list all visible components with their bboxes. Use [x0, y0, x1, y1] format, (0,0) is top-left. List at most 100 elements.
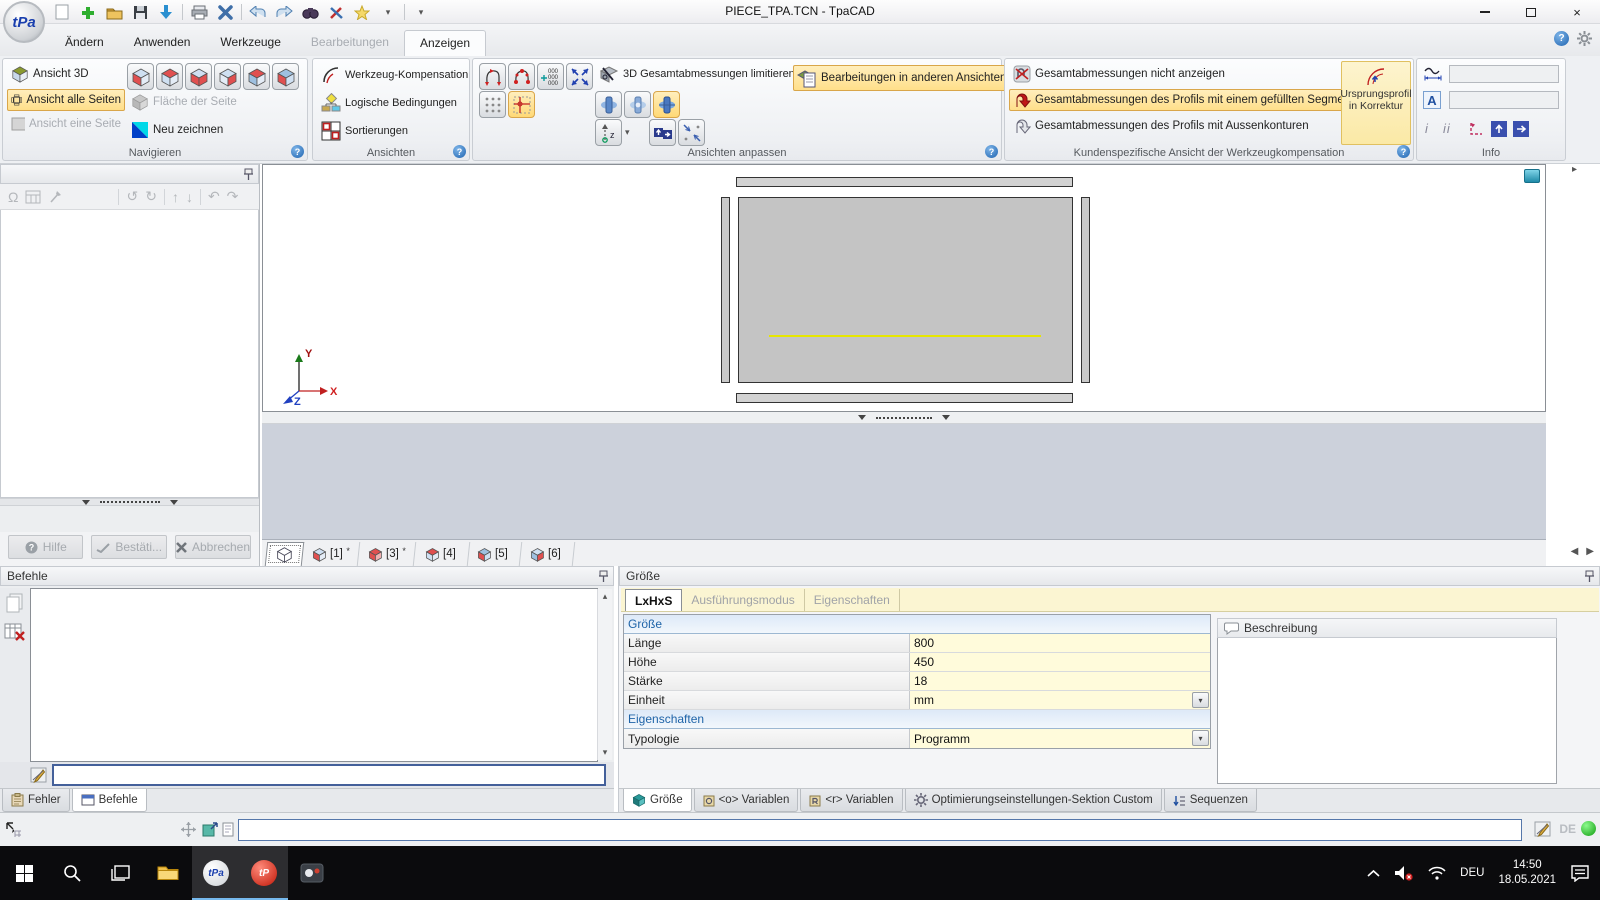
section-xy-button[interactable] [595, 91, 622, 118]
dim-gefuelltes-segment-button[interactable]: Gesamtabmessungen des Profils mit einem … [1009, 89, 1357, 111]
ansicht-3d-button[interactable]: Ansicht 3D [7, 63, 125, 85]
machining-profile-line[interactable] [769, 335, 1041, 337]
command-input[interactable] [52, 764, 606, 786]
group-help-icon[interactable]: ? [1397, 145, 1410, 158]
einheit-dropdown[interactable]: ▾ [1192, 692, 1209, 708]
view-tab-6[interactable]: [6] [520, 542, 575, 566]
taskbar-clock[interactable]: 14:50 18.05.2021 [1498, 858, 1556, 888]
view-tab-4[interactable]: [4] [414, 542, 469, 566]
logische-bedingungen-button[interactable]: Logische Bedingungen [317, 91, 461, 115]
tpacad-taskbar-button[interactable]: tPa [192, 846, 240, 900]
tab-r-variablen[interactable]: <r> Variablen [800, 789, 902, 812]
settings-gear-icon[interactable] [1577, 31, 1592, 46]
page-left-icon[interactable]: ◀ [1571, 546, 1579, 557]
dim-aussenkonturen-button[interactable]: Gesamtabmessungen des Profils mit Aussen… [1009, 115, 1313, 137]
undo-button[interactable] [248, 2, 268, 22]
z-direction-button[interactable]: z [595, 119, 622, 146]
arrow-up-box-icon[interactable] [1491, 121, 1507, 137]
neu-zeichnen-button[interactable]: Neu zeichnen [127, 119, 227, 141]
status-input[interactable] [238, 819, 1522, 841]
profile-points-button[interactable] [508, 63, 535, 90]
table-grid-icon[interactable] [25, 190, 41, 204]
tab-lxhxs[interactable]: LxHxS [625, 589, 682, 611]
add-button[interactable] [78, 2, 98, 22]
tab-optimierung[interactable]: Optimierungseinstellungen-Sektion Custom [905, 789, 1162, 812]
view-tab-1[interactable]: [1]* [302, 542, 361, 566]
hoehe-value[interactable]: 450 [910, 653, 1210, 671]
limit-3d-button[interactable]: 3D Gesamtabmessungen limitieren [595, 63, 799, 85]
maximize-button[interactable] [1508, 0, 1554, 24]
minimize-button[interactable] [1462, 0, 1508, 24]
face-view-4-button[interactable] [214, 63, 241, 90]
tab-aendern[interactable]: Ändern [50, 30, 119, 56]
z-direction-dropdown[interactable]: ▾ [625, 127, 630, 138]
tab-o-variablen[interactable]: <o> Variablen [694, 789, 799, 812]
delete-button[interactable] [215, 2, 235, 22]
keyboard-language[interactable]: DEU [1460, 867, 1484, 879]
measure-info-field[interactable] [1449, 65, 1559, 83]
scroll-down-icon[interactable]: ▾ [603, 747, 608, 758]
einheit-value[interactable]: mm [910, 691, 1210, 709]
arrow-right-box-icon[interactable] [1513, 121, 1529, 137]
tool-multi-icon[interactable]: ii [1443, 121, 1451, 136]
volume-muted-icon[interactable] [1394, 865, 1414, 881]
tab-befehle[interactable]: Befehle [72, 789, 147, 812]
section-yz-button[interactable] [653, 91, 680, 118]
page-right-icon[interactable]: ▶ [1586, 546, 1594, 557]
workpiece-face[interactable] [738, 197, 1073, 383]
face-view-2-button[interactable] [156, 63, 183, 90]
section-xz-button[interactable] [624, 91, 651, 118]
tab-eigenschaften[interactable]: Eigenschaften [805, 589, 900, 611]
converge-button[interactable] [678, 119, 705, 146]
pin-icon[interactable] [244, 168, 253, 181]
workpiece-left-rail[interactable] [721, 197, 730, 383]
start-button[interactable] [0, 846, 48, 900]
scroll-up-icon[interactable]: ▴ [603, 591, 608, 602]
grid-points-button[interactable] [479, 91, 506, 118]
tab-anwenden[interactable]: Anwenden [119, 30, 206, 56]
tools-button[interactable] [326, 2, 346, 22]
tray-chevron-icon[interactable] [1367, 869, 1380, 878]
tab-groesse[interactable]: Größe [623, 789, 692, 812]
face-view-5-button[interactable] [243, 63, 270, 90]
laenge-value[interactable]: 800 [910, 634, 1210, 652]
delete-table-icon[interactable] [4, 622, 26, 642]
taskbar-search-button[interactable] [48, 846, 96, 900]
save-button[interactable] [130, 2, 150, 22]
dim-nicht-anzeigen-button[interactable]: Gesamtabmessungen nicht anzeigen [1009, 63, 1229, 85]
befehle-list[interactable] [30, 588, 598, 762]
swap-view-button[interactable] [649, 119, 676, 146]
omega-icon[interactable]: Ω [8, 189, 18, 205]
beschreibung-body[interactable] [1217, 638, 1557, 784]
open-folder-button[interactable] [104, 2, 124, 22]
group-help-icon[interactable]: ? [453, 145, 466, 158]
task-view-button[interactable] [96, 846, 144, 900]
view-tab-3[interactable]: [3]* [358, 542, 417, 566]
edit-pencil-icon[interactable] [1534, 821, 1552, 838]
text-info-field[interactable] [1449, 91, 1559, 109]
close-button[interactable]: × [1554, 0, 1600, 24]
ursprungsprofil-button[interactable]: Ursprungsprofil in Korrektur [1341, 61, 1411, 145]
coordinates-button[interactable]: 000000000 [537, 63, 564, 90]
workpiece-top-rail[interactable] [736, 177, 1073, 187]
face-view-6-button[interactable] [272, 63, 299, 90]
search-binoculars-button[interactable] [300, 2, 320, 22]
qat-customize-dropdown[interactable]: ▾ [411, 2, 431, 22]
face-view-1-button[interactable] [127, 63, 154, 90]
wifi-icon[interactable] [1428, 866, 1446, 880]
ribbon-expander-icon[interactable]: ▸ [1572, 164, 1577, 175]
tool-axe-icon[interactable] [48, 189, 63, 204]
view-tab-3d[interactable] [265, 542, 305, 566]
print-button[interactable] [189, 2, 209, 22]
snap-cursor-icon[interactable] [5, 821, 23, 839]
import-button[interactable] [156, 2, 176, 22]
file-explorer-button[interactable] [144, 846, 192, 900]
favorites-dropdown[interactable]: ▾ [378, 2, 398, 22]
sortierungen-button[interactable]: Sortierungen [317, 119, 412, 143]
new-file-button[interactable] [52, 2, 72, 22]
tab-ausfuehrungsmodus[interactable]: Ausführungsmodus [682, 589, 804, 611]
redo-button[interactable] [274, 2, 294, 22]
typologie-dropdown[interactable]: ▾ [1192, 730, 1209, 746]
tab-anzeigen[interactable]: Anzeigen [404, 30, 486, 56]
typologie-value[interactable]: Programm [910, 729, 1210, 748]
